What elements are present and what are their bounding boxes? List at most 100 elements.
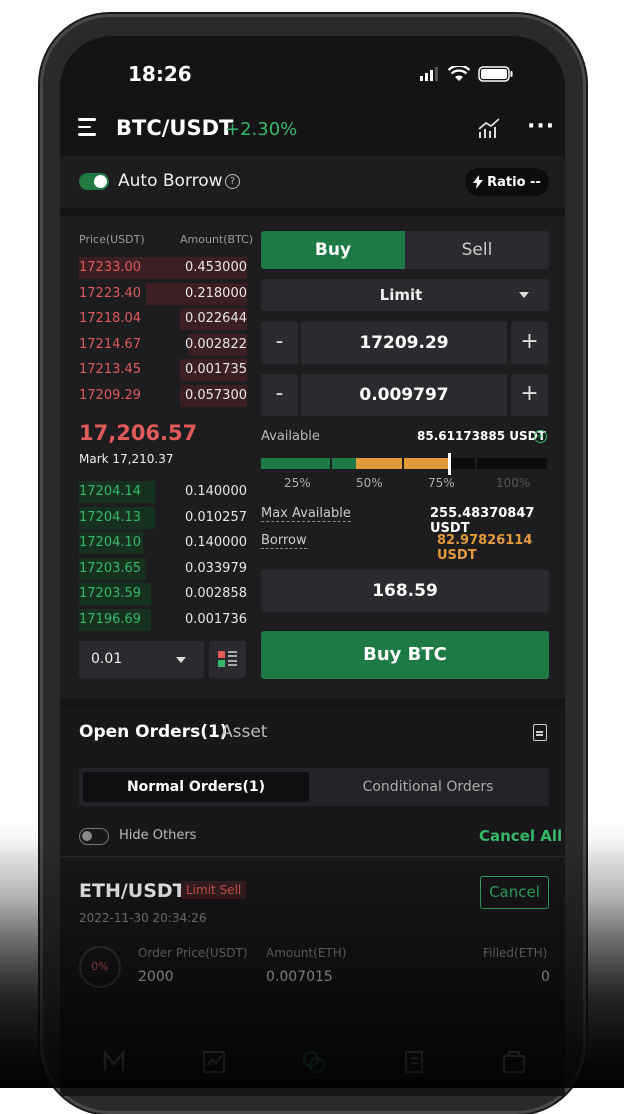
slider-mark[interactable]: 25% <box>284 476 311 490</box>
ask-row[interactable]: 17233.00 0.453000 <box>79 257 247 279</box>
auto-borrow-toggle[interactable] <box>79 173 109 190</box>
order-history-icon[interactable] <box>533 724 547 741</box>
hide-others-toggle[interactable] <box>79 828 109 845</box>
bid-row[interactable]: 17204.10 0.140000 <box>79 532 247 554</box>
help-icon[interactable]: ? <box>225 174 240 189</box>
slider-mark[interactable]: 75% <box>428 476 455 490</box>
order-total[interactable]: 168.59 <box>261 570 549 612</box>
ask-amount: 0.002822 <box>184 337 247 352</box>
bid-price: 17204.14 <box>79 484 142 499</box>
slider-segment <box>261 458 330 469</box>
bid-price: 17203.59 <box>79 586 142 601</box>
available-value: 85.61173885 USDT <box>417 429 546 443</box>
bid-row[interactable]: 17204.14 0.140000 <box>79 481 247 503</box>
ask-price: 17214.67 <box>79 337 142 352</box>
mark-price: Mark 17,210.37 <box>79 452 174 466</box>
bid-row[interactable]: 17204.13 0.010257 <box>79 507 247 529</box>
trading-pair-title[interactable]: BTC/USDT <box>116 116 233 140</box>
slider-segment <box>332 458 356 469</box>
price-increase-button[interactable]: + <box>511 322 548 364</box>
add-funds-icon[interactable]: + <box>534 430 547 443</box>
bid-amount: 0.140000 <box>184 535 247 550</box>
bottom-tab-bar <box>60 1036 565 1096</box>
buy-btc-button[interactable]: Buy BTC <box>261 631 549 679</box>
order-filled-header: Filled(ETH) <box>483 946 548 960</box>
wifi-icon <box>448 66 470 81</box>
bid-row[interactable]: 17203.65 0.033979 <box>79 558 247 580</box>
trade-icon[interactable] <box>302 1050 326 1074</box>
price-input[interactable]: 17209.29 <box>301 322 507 364</box>
home-logo-icon[interactable] <box>102 1050 126 1074</box>
fill-progress-ring: 0% <box>79 946 121 988</box>
slider-mark[interactable]: 100% <box>496 476 530 490</box>
ask-row[interactable]: 17223.40 0.218000 <box>79 283 247 305</box>
cancel-all-button[interactable]: Cancel All <box>479 827 562 845</box>
chart-icon[interactable] <box>478 118 502 140</box>
amount-input[interactable]: 0.009797 <box>301 374 507 416</box>
borrow-value: 82.97826114 USDT <box>437 533 533 563</box>
amount-slider-thumb[interactable] <box>448 453 451 475</box>
ask-amount: 0.057300 <box>184 388 247 403</box>
bid-price: 17203.65 <box>79 561 142 576</box>
bid-amount: 0.033979 <box>184 561 247 576</box>
app-screen: 18:26 BTC/USDT +2.30% ··· Auto Borrow ? … <box>60 36 565 1096</box>
markets-icon[interactable] <box>202 1050 226 1074</box>
order-amount-header: Amount(ETH) <box>266 946 347 960</box>
last-price: 17,206.57 <box>79 421 198 445</box>
ask-amount: 0.218000 <box>184 286 247 301</box>
borrow-label[interactable]: Borrow <box>261 533 307 549</box>
available-label: Available <box>261 429 320 444</box>
bid-amount: 0.002858 <box>184 586 247 601</box>
ask-row[interactable]: 17214.67 0.002822 <box>79 334 247 356</box>
status-icons <box>420 66 514 82</box>
slider-mark[interactable]: 50% <box>356 476 383 490</box>
slider-segment <box>451 458 475 469</box>
slider-segment <box>404 458 449 469</box>
price-decrease-button[interactable]: - <box>261 322 298 364</box>
amount-increase-button[interactable]: + <box>511 374 548 416</box>
lightning-icon <box>473 175 484 189</box>
menu-icon[interactable] <box>78 118 98 141</box>
bid-amount: 0.001736 <box>184 612 247 627</box>
buy-tab[interactable]: Buy <box>261 231 405 269</box>
ask-amount: 0.022644 <box>184 311 247 326</box>
orders-icon[interactable] <box>402 1050 426 1074</box>
status-time: 18:26 <box>128 62 192 86</box>
ask-price: 17209.29 <box>79 388 142 403</box>
order-type-badge: Limit Sell <box>181 881 247 899</box>
ratio-button[interactable]: Ratio -- <box>465 168 549 196</box>
book-layout-icon <box>218 651 237 667</box>
tab-open-orders[interactable]: Open Orders(1) <box>79 722 228 742</box>
order-type-select[interactable]: Limit <box>261 279 549 311</box>
book-layout-button[interactable] <box>209 641 246 678</box>
cancel-order-button[interactable]: Cancel <box>480 876 549 909</box>
tab-asset[interactable]: Asset <box>221 722 267 742</box>
sell-tab[interactable]: Sell <box>405 231 549 269</box>
bid-row[interactable]: 17196.69 0.001736 <box>79 609 247 631</box>
bid-price: 17204.10 <box>79 535 142 550</box>
ask-row[interactable]: 17209.29 0.057300 <box>79 385 247 407</box>
ask-amount: 0.001735 <box>184 362 247 377</box>
amount-column-header: Amount(BTC) <box>180 233 254 246</box>
more-icon[interactable]: ··· <box>527 114 555 139</box>
order-price-header: Order Price(USDT) <box>138 946 248 960</box>
ask-price: 17233.00 <box>79 260 142 275</box>
ask-price: 17213.45 <box>79 362 142 377</box>
divider <box>60 856 565 857</box>
tab-conditional-orders[interactable]: Conditional Orders <box>309 772 547 802</box>
ask-price: 17223.40 <box>79 286 142 301</box>
amount-decrease-button[interactable]: - <box>261 374 298 416</box>
chevron-down-icon <box>519 292 529 298</box>
ask-row[interactable]: 17213.45 0.001735 <box>79 359 247 381</box>
wallet-icon[interactable] <box>502 1050 526 1074</box>
max-available-label[interactable]: Max Available <box>261 506 351 522</box>
order-amount-value: 0.007015 <box>266 969 333 985</box>
ask-row[interactable]: 17218.04 0.022644 <box>79 308 247 330</box>
price-change: +2.30% <box>225 119 298 140</box>
precision-select[interactable]: 0.01 <box>79 641 204 678</box>
hide-others-label: Hide Others <box>119 828 197 843</box>
bid-amount: 0.010257 <box>184 510 247 525</box>
bid-row[interactable]: 17203.59 0.002858 <box>79 583 247 605</box>
tab-normal-orders[interactable]: Normal Orders(1) <box>83 772 309 802</box>
ask-amount: 0.453000 <box>184 260 247 275</box>
